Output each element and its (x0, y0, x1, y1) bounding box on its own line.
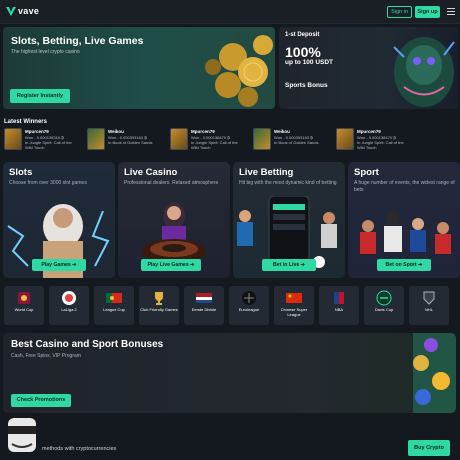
button-label: Play Games (41, 262, 71, 268)
promo-label: 1-st Deposit (285, 32, 320, 38)
button-label: Bet on Sport (385, 262, 417, 268)
card-description: Professional dealers. Relaxed atmosphere (124, 180, 219, 186)
card-description: Hit big with the most dynamic kind of be… (239, 180, 337, 186)
check-promotions-button[interactable]: Check Promotions (11, 394, 71, 407)
sport-chinese-super-league[interactable]: Chinese Super League (274, 286, 314, 325)
sport-nba[interactable]: NBA (319, 286, 359, 325)
sport-club-friendly[interactable]: Club Friendly Games (139, 286, 179, 325)
crypto-coins-illustration (413, 333, 456, 413)
card-title: Live Casino (124, 167, 178, 178)
sport-label: Davis Cup (374, 307, 394, 312)
winner-game: In Book of Golden Sands (274, 140, 319, 145)
mascot-icon (8, 418, 36, 452)
play-live-games-button[interactable]: Play Live Games ➔ (141, 259, 201, 271)
register-button[interactable]: Register Instantly (10, 89, 70, 103)
card-title: Live Betting (239, 167, 294, 178)
laliga-icon (62, 291, 76, 305)
game-thumbnail (253, 128, 271, 150)
winner-name: Mpurcen79 (25, 129, 49, 134)
game-thumbnail (170, 128, 188, 150)
euroleague-icon (242, 291, 256, 305)
promo-amount: up to 100 USDT (285, 59, 334, 66)
bonus-title: Best Casino and Sport Bonuses (11, 339, 164, 350)
sign-in-button[interactable]: Sign in (387, 6, 412, 18)
china-flag-icon (286, 293, 302, 303)
card-title: Slots (9, 167, 33, 178)
sport-label: LaLiga 2 (61, 307, 77, 312)
payment-methods-text: methods with cryptocurrencies (42, 446, 117, 452)
bet-on-sport-button[interactable]: Bet on Sport ➔ (377, 259, 431, 271)
winner-name: Weikou (274, 129, 290, 134)
sport-league-cup[interactable]: League Cup (94, 286, 134, 325)
winner-game: In Jungle Spirit: Call of the Wild Touch (25, 140, 72, 150)
hero-subtitle: The highest level crypto casino (11, 49, 80, 55)
monster-illustration (393, 37, 455, 107)
winner-game: In Jungle Spirit: Call of the Wild Touch (357, 140, 404, 150)
sport-label: NHL (424, 307, 433, 312)
trophy-icon (155, 292, 163, 305)
winners-fade (420, 128, 460, 152)
sport-world-cup[interactable]: World Cup (4, 286, 44, 325)
sport-davis-cup[interactable]: Davis Cup (364, 286, 404, 325)
top-header: vave Sign in Sign up (0, 0, 460, 24)
promo-type: Sports Bonus (285, 82, 328, 89)
sport-label: Eerste Divisie (191, 307, 217, 312)
hamburger-menu-icon[interactable] (447, 8, 455, 15)
netherlands-flag-icon (196, 293, 212, 303)
game-thumbnail (336, 128, 354, 150)
winner-game: In Jungle Spirit: Call of the Wild Touch (191, 140, 238, 150)
card-sport[interactable]: Sport A huge number of events, the wides… (348, 162, 460, 278)
sport-euroleague[interactable]: Euroleague (229, 286, 269, 325)
deposit-promo-banner[interactable]: 1-st Deposit 100% up to 100 USDT Sports … (279, 27, 459, 109)
card-description: Choose from over 3000 slot games (9, 180, 87, 186)
davis-cup-icon (376, 290, 392, 306)
winner-name: Mpurcen79 (191, 129, 215, 134)
hero-title: Slots, Betting, Live Games (11, 35, 144, 47)
card-live-casino[interactable]: Live Casino Professional dealers. Relaxe… (118, 162, 230, 278)
bonus-banner: Best Casino and Sport Bonuses Cash, Free… (3, 333, 456, 413)
world-cup-icon (18, 292, 30, 304)
card-description: A huge number of events, the widest rang… (354, 180, 455, 193)
game-thumbnail (4, 128, 22, 150)
sport-label: World Cup (14, 307, 34, 312)
buy-crypto-button[interactable]: Buy Crypto (408, 440, 450, 456)
sport-eerste-divisie[interactable]: Eerste Divisie (184, 286, 224, 325)
bet-in-live-button[interactable]: Bet in Live ➔ (262, 259, 316, 271)
logo-text[interactable]: vave (18, 6, 39, 16)
nhl-icon (423, 291, 435, 305)
play-games-button[interactable]: Play Games ➔ (32, 259, 86, 271)
winner-name: Mpurcen79 (357, 129, 381, 134)
vave-logo-icon[interactable] (5, 5, 17, 17)
sport-label: League Cup (103, 307, 125, 312)
gold-coins-illustration (205, 35, 273, 107)
sport-nhl[interactable]: NHL (409, 286, 449, 325)
game-thumbnail (87, 128, 105, 150)
nba-icon (334, 292, 344, 304)
sport-laliga-2[interactable]: LaLiga 2 (49, 286, 89, 325)
sport-label: Euroleague (238, 307, 260, 312)
promo-percent: 100% (285, 44, 321, 60)
sign-up-button[interactable]: Sign up (415, 6, 440, 18)
card-live-betting[interactable]: Live Betting Hit big with the most dynam… (233, 162, 345, 278)
winner-game: In Book of Golden Sands (108, 140, 153, 145)
sport-label: NBA (334, 307, 344, 312)
button-label: Bet in Live (272, 262, 300, 268)
bonus-subtitle: Cash, Free Spins, VIP Program (11, 353, 81, 359)
hero-banner: Slots, Betting, Live Games The highest l… (3, 27, 275, 109)
winner-name: Weikou (108, 129, 124, 134)
portugal-flag-icon (106, 293, 122, 303)
button-label: Play Live Games (147, 262, 189, 268)
sport-label: Club Friendly Games (140, 307, 178, 312)
sport-label: Chinese Super League (280, 307, 308, 317)
card-title: Sport (354, 167, 379, 178)
card-slots[interactable]: Slots Choose from over 3000 slot games P… (3, 162, 115, 278)
latest-winners-title: Latest Winners (4, 119, 47, 125)
